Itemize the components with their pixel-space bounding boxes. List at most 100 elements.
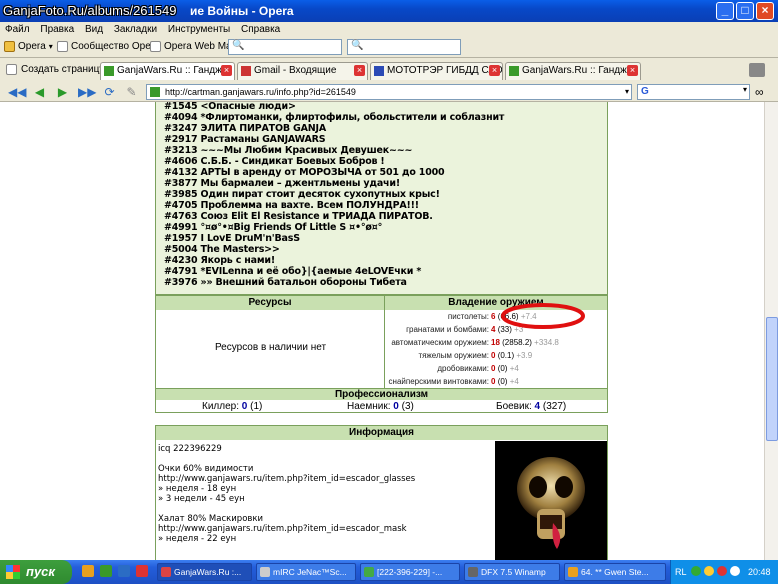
weapon-label: гранатами и бомбами: xyxy=(406,325,489,334)
info-link[interactable]: http://www.ganjawars.ru/item.php?item_id… xyxy=(158,474,415,484)
syndicate-link[interactable]: #1957 I LovE DruM'n'BasS xyxy=(164,233,300,244)
close-button[interactable]: × xyxy=(756,2,774,20)
close-tab-icon[interactable]: × xyxy=(489,65,500,76)
fast-forward-icon[interactable]: ▶▶ xyxy=(78,85,96,99)
language-indicator[interactable]: RL xyxy=(675,560,687,584)
fighter-level: 4 xyxy=(534,401,541,412)
info-line xyxy=(158,454,415,464)
info-link[interactable]: http://www.ganjawars.ru/item.php?item_id… xyxy=(158,524,415,534)
syndicate-link[interactable]: #4705 Проблемма на вахте. Всем ПОЛУНДРА!… xyxy=(164,200,419,211)
page-content: #1545 <Опасные люди> #4094 *Флиртоманки,… xyxy=(0,102,764,560)
start-label: пуск xyxy=(26,564,55,579)
close-tab-icon[interactable]: × xyxy=(627,65,638,76)
taskbar-item-music[interactable]: 64. ** Gwen Ste... xyxy=(564,563,666,581)
edit-pen-icon[interactable]: ✎ xyxy=(124,85,139,99)
syndicate-link[interactable]: #3213 ~~~Мы Любим Красивых Девушек~~~ xyxy=(164,145,413,156)
taskbar-item-mirc[interactable]: mIRC JeNac™Sc... xyxy=(256,563,356,581)
rewind-icon[interactable]: ◀◀ xyxy=(8,85,26,99)
taskbar-item-icq[interactable]: [222-396-229] -... xyxy=(360,563,460,581)
scrollbar-thumb[interactable] xyxy=(766,317,778,441)
window-title: ие Войны - Opera xyxy=(190,4,294,18)
clock: 20:48 xyxy=(748,567,771,577)
chevron-down-icon[interactable]: ▾ xyxy=(743,85,747,94)
menu-bookmarks[interactable]: Закладки xyxy=(114,24,157,35)
address-input[interactable]: http://cartman.ganjawars.ru/info.php?id=… xyxy=(146,84,632,100)
opera-window: ие Войны - Opera GanjaFoto.Ru/albums/261… xyxy=(0,0,778,584)
info-text: icq 222396229 Очки 60% видимости http://… xyxy=(158,444,415,544)
reload-icon[interactable]: ⟳ xyxy=(102,85,117,99)
syndicate-link[interactable]: #4791 *EVILenna и её обо}|{аемые 4eLOVEч… xyxy=(164,266,421,277)
quicklaunch-icon[interactable] xyxy=(100,565,112,577)
syndicate-link[interactable]: #3976 »» Внешний батальон обороны Тибета xyxy=(164,277,407,288)
google-search-input[interactable]: G ▾ xyxy=(637,84,750,100)
syndicate-link[interactable]: #3985 Один пират стоит десяток сухопутны… xyxy=(164,189,440,200)
new-page-label: Создать страницу xyxy=(21,64,105,75)
tab-label: GanjaWars.Ru :: Гандж... xyxy=(117,65,231,76)
syndicate-link[interactable]: #4991 °¤ø°•¤Big Friends Of Little S ¤•°ø… xyxy=(164,222,382,233)
weapon-row-shotguns: дробовиками: 0 (0) +4 xyxy=(385,362,607,375)
menu-file[interactable]: Файл xyxy=(5,24,30,35)
syndicate-link[interactable]: #3247 ЭЛИТА ПИРАТОВ GANJA xyxy=(164,123,326,134)
icq-icon xyxy=(364,567,374,577)
tray-icon[interactable] xyxy=(717,566,727,576)
menu-help[interactable]: Справка xyxy=(241,24,280,35)
back-icon[interactable]: ◀ xyxy=(32,85,47,99)
quicklaunch-icon[interactable] xyxy=(136,565,148,577)
close-tab-icon[interactable]: × xyxy=(354,65,365,76)
quicklaunch-icon[interactable] xyxy=(82,565,94,577)
taskbar-item-winamp[interactable]: DFX 7.5 Winamp xyxy=(464,563,560,581)
syndicate-link[interactable]: #5004 The Masters>> xyxy=(164,244,280,255)
syndicate-link[interactable]: #3877 Мы бармалеи – джентльмены удачи! xyxy=(164,178,400,189)
opera-menu-button[interactable]: Opera ▾ xyxy=(4,41,53,52)
music-icon xyxy=(568,567,578,577)
killer-level: 0 xyxy=(241,401,248,412)
syndicate-link[interactable]: #1545 <Опасные люди> xyxy=(164,102,296,112)
forward-icon[interactable]: ▶ xyxy=(55,85,70,99)
info-line: Очки 60% видимости xyxy=(158,464,254,474)
zoom-icon[interactable]: ∞ xyxy=(755,85,764,99)
community-link[interactable]: Сообщество Opera xyxy=(57,41,160,52)
close-tab-icon[interactable]: × xyxy=(221,65,232,76)
syndicate-link[interactable]: #4606 С.Б.Б. - Синдикат Боевых Бобров ! xyxy=(164,156,385,167)
address-url: http://cartman.ganjawars.ru/info.php?id=… xyxy=(165,87,356,97)
start-button[interactable]: пуск xyxy=(0,560,72,584)
trash-icon[interactable] xyxy=(749,63,765,77)
maximize-button[interactable]: □ xyxy=(736,2,754,20)
quick-search-input-1[interactable]: 🔍 xyxy=(228,39,342,55)
tab-ganjawars-2[interactable]: GanjaWars.Ru :: Гандж... × xyxy=(505,62,641,80)
tab-gmail[interactable]: Gmail - Входящие × xyxy=(237,62,368,80)
killer-exp: (1) xyxy=(250,401,263,412)
syndicate-link[interactable]: #4230 Якорь с нами! xyxy=(164,255,275,266)
menu-edit[interactable]: Правка xyxy=(40,24,74,35)
tab-label: Gmail - Входящие xyxy=(254,65,337,76)
quick-search-input-2[interactable]: 🔍 xyxy=(347,39,461,55)
taskbar-label: mIRC JeNac™Sc... xyxy=(273,567,347,577)
page-icon xyxy=(57,41,68,52)
taskbar-item-opera[interactable]: GanjaWars.Ru :... xyxy=(157,563,252,581)
weapon-level: 0 xyxy=(491,377,496,386)
vertical-scrollbar[interactable] xyxy=(764,102,778,560)
tray-icon[interactable] xyxy=(691,566,701,576)
new-page-button[interactable]: Создать страницу xyxy=(6,64,104,75)
professionalism-header: Профессионализм xyxy=(156,389,607,400)
menu-tools[interactable]: Инструменты xyxy=(168,24,230,35)
tray-icon[interactable] xyxy=(730,566,740,576)
syndicate-link[interactable]: #2917 Растаманы GANJAWARS xyxy=(164,134,326,145)
quicklaunch-icon[interactable] xyxy=(118,565,130,577)
mercenary-stat: Наемник: 0 (3) xyxy=(347,401,414,412)
fighter-label: Боевик: xyxy=(496,401,532,412)
tray-icon[interactable] xyxy=(704,566,714,576)
chevron-down-icon[interactable]: ▾ xyxy=(625,85,629,99)
weapon-row-heavy: тяжелым оружием: 0 (0.1) +3.9 xyxy=(385,349,607,362)
syndicate-link[interactable]: #4763 Союз Elit El Resistance и ТРИАДА П… xyxy=(164,211,433,222)
webmail-link[interactable]: Opera Web Mail xyxy=(150,41,236,52)
weapon-exp: (0.1) xyxy=(497,351,515,360)
syndicate-link[interactable]: #4132 АРТЫ в аренду от МОРОЗЫЧА от 501 д… xyxy=(164,167,445,178)
syndicate-link[interactable]: #4094 *Флиртоманки, флиртофилы, обольсти… xyxy=(164,112,504,123)
red-highlight-circle xyxy=(501,303,585,329)
menu-view[interactable]: Вид xyxy=(85,24,103,35)
info-line: » неделя - 18 еун xyxy=(158,484,237,494)
tab-mototrer[interactable]: МОТОТРЭР ГИБДД САО... × xyxy=(370,62,503,80)
minimize-button[interactable]: _ xyxy=(716,2,734,20)
tab-ganjawars-active[interactable]: GanjaWars.Ru :: Гандж... × xyxy=(100,62,235,80)
